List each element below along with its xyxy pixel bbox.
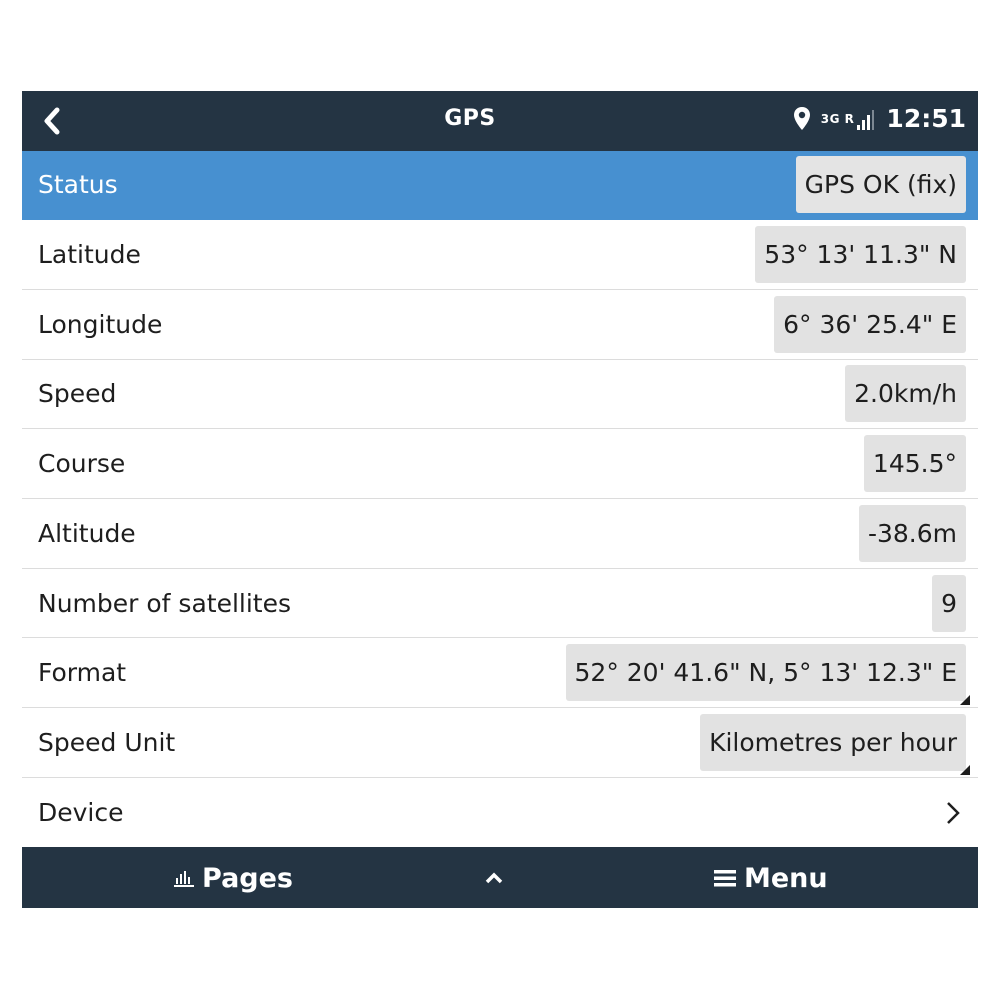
row-speed-unit[interactable]: Speed Unit Kilometres per hour xyxy=(22,708,978,778)
row-device[interactable]: Device xyxy=(22,778,978,848)
row-label: Speed xyxy=(38,379,117,409)
altitude-value: -38.6m xyxy=(858,504,966,562)
row-label: Longitude xyxy=(38,309,163,339)
chevron-right-icon xyxy=(942,798,964,828)
top-bar: GPS 3G R 12:51 xyxy=(22,91,978,151)
row-label: Altitude xyxy=(38,518,136,548)
row-label: Speed Unit xyxy=(38,727,176,757)
row-label: Format xyxy=(38,658,127,688)
menu-label: Menu xyxy=(744,862,828,894)
dropdown-corner-icon xyxy=(960,764,970,775)
dropdown-corner-icon xyxy=(960,695,970,706)
row-status[interactable]: Status GPS OK (fix) xyxy=(22,150,978,221)
bar-chart-icon xyxy=(174,871,194,888)
location-pin-icon xyxy=(793,106,810,130)
bottom-bar: Pages Menu xyxy=(22,847,978,908)
gps-screen: GPS 3G R 12:51 Status GPS OK (fix) Latit… xyxy=(22,91,978,908)
course-value: 145.5° xyxy=(863,435,966,493)
row-course[interactable]: Course 145.5° xyxy=(22,429,978,500)
speed-value: 2.0km/h xyxy=(845,365,966,423)
row-longitude[interactable]: Longitude 6° 36' 25.4" E xyxy=(22,290,978,360)
format-value: 52° 20' 41.6" N, 5° 13' 12.3" E xyxy=(574,658,957,688)
row-label: Latitude xyxy=(38,240,141,270)
row-satellites[interactable]: Number of satellites 9 xyxy=(22,569,978,639)
network-type: 3G R xyxy=(820,111,855,126)
settings-list: Status GPS OK (fix) Latitude 53° 13' 11.… xyxy=(22,150,978,848)
row-label: Status xyxy=(38,170,118,200)
menu-button[interactable]: Menu xyxy=(714,847,828,909)
satellites-value: 9 xyxy=(932,574,966,632)
status-area: 3G R 12:51 xyxy=(793,91,966,152)
scroll-up-button[interactable] xyxy=(484,847,504,909)
latitude-value: 53° 13' 11.3" N xyxy=(755,226,966,284)
row-label: Number of satellites xyxy=(38,588,291,618)
chevron-up-icon xyxy=(485,872,503,884)
longitude-value: 6° 36' 25.4" E xyxy=(774,295,966,353)
row-label: Course xyxy=(38,449,126,479)
hamburger-menu-icon xyxy=(714,870,736,887)
pages-label: Pages xyxy=(202,862,293,894)
status-value: GPS OK (fix) xyxy=(795,156,966,214)
row-speed[interactable]: Speed 2.0km/h xyxy=(22,360,978,430)
pages-button[interactable]: Pages xyxy=(174,847,293,909)
signal-bars-icon xyxy=(857,109,875,130)
row-label: Device xyxy=(38,798,124,828)
clock: 12:51 xyxy=(886,104,966,133)
row-altitude[interactable]: Altitude -38.6m xyxy=(22,499,978,569)
format-dropdown[interactable]: 52° 20' 41.6" N, 5° 13' 12.3" E xyxy=(565,644,970,706)
row-latitude[interactable]: Latitude 53° 13' 11.3" N xyxy=(22,220,978,290)
speed-unit-dropdown[interactable]: Kilometres per hour xyxy=(700,713,970,775)
speed-unit-value: Kilometres per hour xyxy=(709,727,957,757)
row-format[interactable]: Format 52° 20' 41.6" N, 5° 13' 12.3" E xyxy=(22,638,978,709)
